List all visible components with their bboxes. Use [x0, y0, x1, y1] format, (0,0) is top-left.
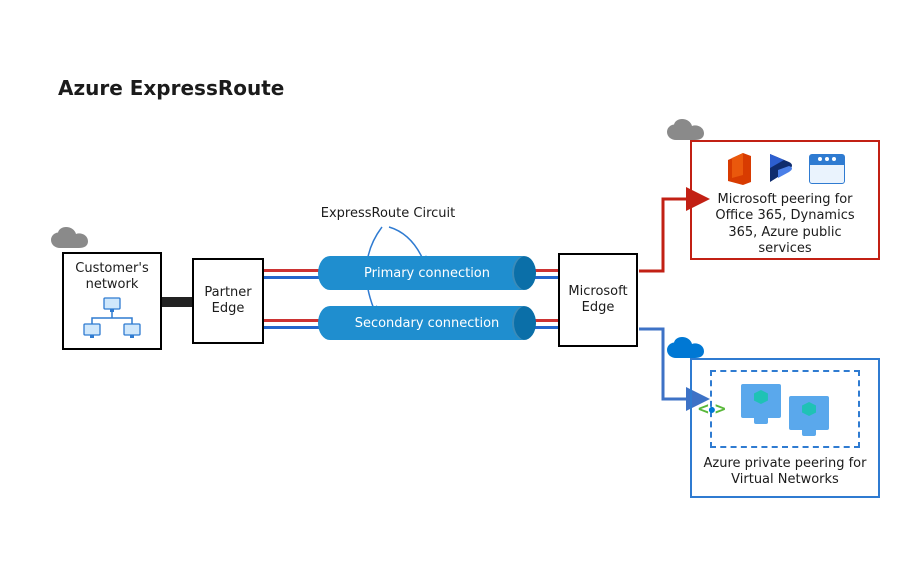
- connector-customer-partner: [162, 297, 192, 307]
- private-peering-text: Azure private peering for Virtual Networ…: [692, 456, 878, 489]
- dynamics-365-icon: [767, 152, 795, 186]
- microsoft-peering-box: Microsoft peering for Office 365, Dynami…: [690, 140, 880, 260]
- peering-icon: <●>: [698, 399, 726, 420]
- virtual-machine-icon: [789, 396, 829, 430]
- diagram-title: Azure ExpressRoute: [58, 76, 284, 100]
- office-365-icon: [725, 152, 753, 186]
- circuit-label: ExpressRoute Circuit: [313, 206, 463, 222]
- primary-connection-cylinder: Primary connection: [318, 256, 536, 290]
- virtual-machine-icon: [741, 384, 781, 418]
- customer-network-label: Customer's network: [68, 261, 156, 294]
- secondary-connection-label: Secondary connection: [355, 316, 500, 331]
- lan-icon: [79, 297, 145, 341]
- partner-edge-box: Partner Edge: [192, 258, 264, 344]
- customer-network-box: Customer's network: [62, 252, 162, 350]
- private-peering-box: <●> Azure private peering for Virtual Ne…: [690, 358, 880, 498]
- microsoft-edge-label: Microsoft Edge: [564, 284, 632, 317]
- microsoft-edge-box: Microsoft Edge: [558, 253, 638, 347]
- cloud-gray-icon: [48, 226, 92, 254]
- primary-connection-label: Primary connection: [364, 266, 490, 281]
- partner-edge-label: Partner Edge: [198, 285, 258, 318]
- browser-icon: [809, 154, 845, 184]
- secondary-connection-cylinder: Secondary connection: [318, 306, 536, 340]
- microsoft-peering-text: Microsoft peering for Office 365, Dynami…: [692, 192, 878, 257]
